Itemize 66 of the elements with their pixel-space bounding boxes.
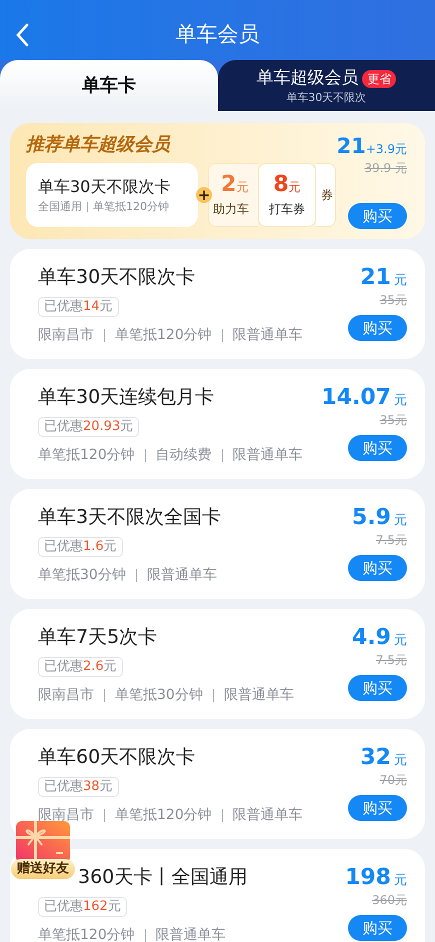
feature-text: 单笔抵120分钟	[38, 926, 135, 942]
price: 14.07	[321, 385, 391, 411]
original-price: 7.5元	[376, 532, 407, 549]
price-unit: 元	[394, 272, 407, 290]
tab[interactable]: 单车卡	[0, 60, 218, 111]
tab-subtitle: 单车30天不限次	[286, 91, 366, 106]
feature-text: 限普通单车	[232, 806, 303, 825]
promo-title: 推荐单车超级会员	[26, 133, 172, 157]
card-title: 单车30天不限次卡	[38, 265, 196, 289]
buy-button[interactable]: 购买	[348, 435, 407, 461]
voucher-card: 8元 打车券	[258, 163, 316, 227]
feature-text: 单笔抵120分钟	[115, 806, 212, 825]
page-title: 单车会员	[176, 21, 260, 48]
discount-tag: 已优惠2.6元	[38, 657, 123, 677]
price: 198	[345, 865, 391, 891]
original-price: 35元	[380, 292, 407, 309]
card-title: 单车7天5次卡	[38, 625, 158, 649]
original-price: 35元	[380, 412, 407, 429]
price-unit: 元	[394, 872, 407, 890]
price: 21	[360, 265, 391, 291]
price-unit: 元	[394, 392, 407, 410]
price: 32	[360, 745, 391, 771]
card-title: 单车60天不限次卡	[38, 745, 196, 769]
buy-button[interactable]: 购买	[348, 315, 407, 341]
price-unit: 元	[394, 512, 407, 530]
badge: 更省	[362, 70, 396, 88]
card-info: 单车30天不限次卡 全国通用 单笔抵120分钟	[26, 163, 198, 227]
feature-text: 限普通单车	[232, 446, 303, 465]
feature-text: 单笔抵30分钟	[115, 686, 203, 705]
price-unit: 元	[394, 752, 407, 770]
discount-tag: 已优惠14元	[38, 297, 119, 317]
card-title: 单车30天连续包月卡	[38, 385, 214, 409]
price: 21	[336, 133, 366, 159]
back-icon	[15, 23, 29, 47]
buy-button[interactable]: 购买	[348, 203, 407, 229]
feature-text: 限普通单车	[146, 566, 217, 585]
feature-text: 单笔抵30分钟	[38, 566, 126, 585]
feature-text: 自动续费	[156, 446, 212, 465]
original-price: 70元	[380, 772, 407, 789]
feature-text: 单笔抵120分钟	[38, 446, 135, 465]
voucher-card: 2 元 助力车	[208, 163, 258, 227]
buy-button[interactable]: 购买	[348, 555, 407, 581]
price-unit: 元	[394, 632, 407, 650]
feature-text: 限普通单车	[224, 686, 294, 705]
discount-tag: 已优惠1.6元	[38, 537, 123, 557]
discount-tag: 已优惠162元	[38, 897, 127, 917]
discount-tag: 已优惠20.93元	[38, 417, 140, 437]
feature-text: 限南昌市	[38, 326, 94, 345]
buy-button[interactable]: 购买	[348, 675, 407, 701]
voucher-card: 券	[316, 163, 336, 227]
price: 4.9	[352, 625, 391, 651]
buy-button[interactable]: 购买	[348, 795, 407, 821]
original-price: 360元	[372, 892, 407, 909]
price-extra: +3.9元	[366, 141, 407, 158]
discount-tag: 已优惠38元	[38, 777, 119, 797]
tab[interactable]: 单车超级会员 更省 单车30天不限次	[218, 60, 435, 111]
price: 5.9	[352, 505, 391, 531]
feature-text: 限南昌市	[38, 686, 94, 705]
feature-text: 限普通单车	[156, 926, 226, 942]
card-title: 单车3天不限次全国卡	[38, 505, 222, 529]
buy-button[interactable]: 购买	[348, 915, 407, 941]
card-title: 360天卡丨全国通用	[78, 865, 248, 889]
feature-text: 单笔抵120分钟	[115, 326, 212, 345]
original-price: 7.5元	[376, 652, 407, 669]
feature-text: 限普通单车	[232, 326, 303, 345]
original-price: 39.9 元	[364, 160, 407, 177]
